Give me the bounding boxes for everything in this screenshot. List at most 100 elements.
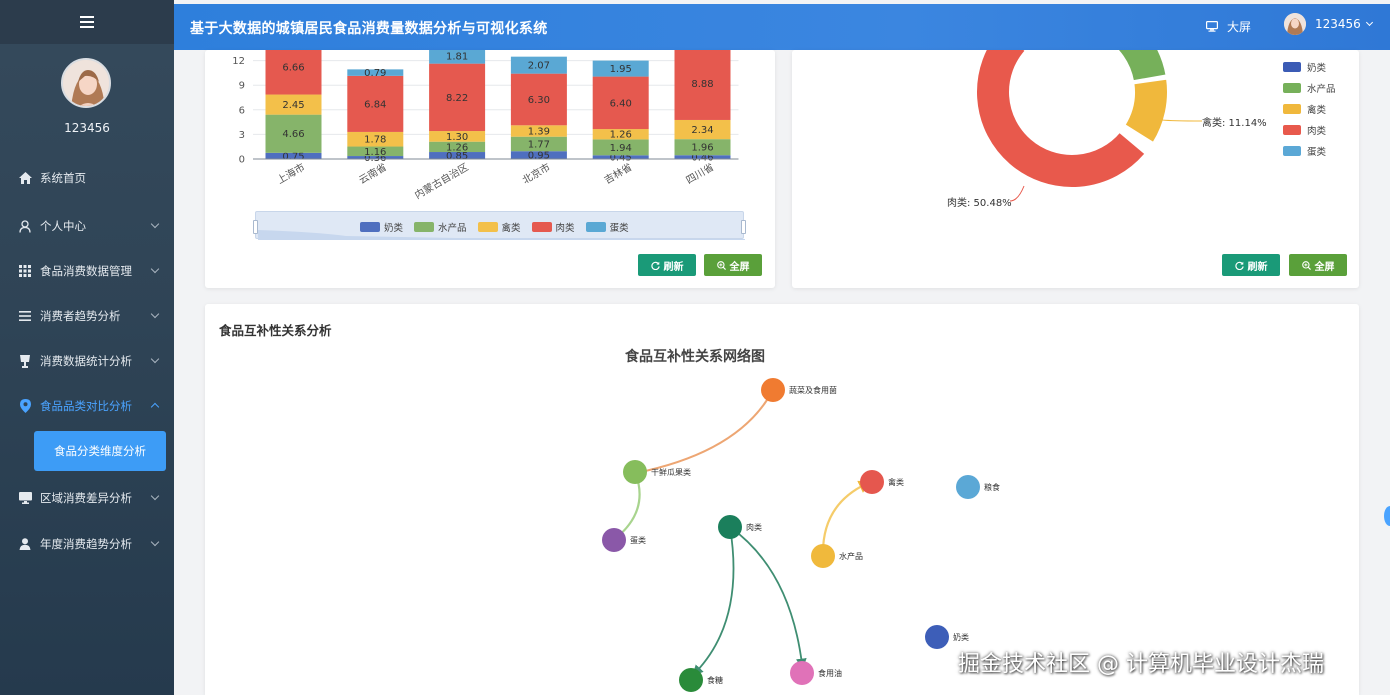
x-tick-label: 北京市 bbox=[520, 160, 552, 186]
slider-left-handle[interactable] bbox=[253, 220, 258, 234]
sidebar-item-data-management[interactable]: 食品消费数据管理 bbox=[0, 253, 174, 289]
network-node[interactable] bbox=[679, 668, 703, 692]
data-label: 2.07 bbox=[528, 61, 550, 72]
sidebar-item-personal[interactable]: 个人中心 bbox=[0, 208, 174, 244]
pie-slice-poultry[interactable] bbox=[1123, 77, 1169, 145]
legend-label: 肉类 bbox=[1307, 125, 1327, 137]
legend-item[interactable]: 水产品 bbox=[1283, 77, 1336, 98]
network-node-label: 禽类 bbox=[888, 478, 904, 487]
data-label: 1.94 bbox=[610, 143, 632, 154]
refresh-button[interactable]: 刷新 bbox=[1222, 254, 1280, 276]
network-node[interactable] bbox=[761, 378, 785, 402]
network-node[interactable] bbox=[925, 625, 949, 649]
legend-item[interactable]: 肉类 bbox=[531, 220, 575, 234]
legend-label: 奶类 bbox=[1307, 62, 1327, 74]
sidebar-item-home[interactable]: 系统首页 bbox=[0, 160, 174, 196]
sidebar-item-label: 区域消费差异分析 bbox=[40, 491, 132, 505]
sidebar-item-consumer-trend[interactable]: 消费者趋势分析 bbox=[0, 298, 174, 334]
network-node[interactable] bbox=[860, 470, 884, 494]
legend-item[interactable]: 蛋类 bbox=[1283, 140, 1336, 161]
network-node-label: 干鲜瓜果类 bbox=[651, 468, 691, 477]
refresh-icon bbox=[1234, 261, 1244, 270]
header-username: 123456 bbox=[1315, 17, 1361, 31]
y-tick-label: 12 bbox=[232, 56, 245, 67]
sidebar-item-label: 系统首页 bbox=[40, 171, 86, 185]
fullscreen-button[interactable]: 全屏 bbox=[704, 254, 762, 276]
network-node-label: 食糖 bbox=[707, 676, 723, 685]
chevron-down-icon bbox=[150, 309, 160, 319]
x-tick-label: 云南省 bbox=[356, 160, 388, 186]
user-dropdown[interactable]: 123456 bbox=[1284, 13, 1373, 35]
person-icon bbox=[18, 537, 32, 551]
legend-swatch bbox=[1283, 103, 1301, 114]
sidebar-item-annual-trend[interactable]: 年度消费趋势分析 bbox=[0, 526, 174, 562]
grid-icon bbox=[18, 264, 32, 278]
legend-swatch bbox=[1283, 145, 1301, 156]
data-label: 1.95 bbox=[610, 64, 632, 75]
legend-label: 蛋类 bbox=[1307, 146, 1327, 158]
legend-label: 肉类 bbox=[555, 223, 575, 234]
legend-item[interactable]: 禽类 bbox=[1283, 98, 1336, 119]
legend-item[interactable]: 水产品 bbox=[414, 220, 467, 234]
network-node[interactable] bbox=[623, 460, 647, 484]
scroll-handle[interactable] bbox=[1384, 506, 1390, 526]
network-node[interactable] bbox=[956, 475, 980, 499]
legend-swatch bbox=[1283, 82, 1301, 93]
data-label: 4.66 bbox=[282, 129, 304, 140]
location-icon bbox=[18, 399, 32, 413]
legend-item[interactable]: 奶类 bbox=[360, 220, 403, 234]
chevron-down-icon bbox=[150, 491, 160, 501]
y-tick-label: 6 bbox=[239, 105, 245, 116]
chevron-up-icon bbox=[150, 402, 160, 412]
sidebar-item-label: 食品品类对比分析 bbox=[40, 399, 132, 413]
fullscreen-label: 全屏 bbox=[729, 261, 750, 273]
big-screen-label: 大屏 bbox=[1227, 20, 1252, 34]
top-header: 基于大数据的城镇居民食品消费量数据分析与可视化系统 大屏 123456 bbox=[174, 4, 1390, 50]
data-label: 8.88 bbox=[691, 79, 713, 90]
network-node[interactable] bbox=[718, 515, 742, 539]
pie-chart-legend: 奶类水产品 禽类肉类蛋类 bbox=[1283, 56, 1336, 161]
page-title: 基于大数据的城镇居民食品消费量数据分析与可视化系统 bbox=[190, 21, 548, 37]
bar-chart-legend: 奶类 水产品 禽类 肉类 蛋类 bbox=[360, 220, 640, 234]
network-node[interactable] bbox=[811, 544, 835, 568]
x-tick-label: 内蒙古自治区 bbox=[412, 160, 470, 201]
legend-item[interactable]: 奶类 bbox=[1283, 56, 1336, 77]
network-node-label: 食用油 bbox=[818, 669, 842, 678]
legend-item[interactable]: 禽类 bbox=[477, 220, 521, 234]
sidebar-top bbox=[0, 0, 174, 44]
sidebar-item-label: 个人中心 bbox=[40, 219, 86, 233]
pie-chart-card: 禽类: 11.14% 肉类: 50.48% 奶类 水产品 禽类 肉类 蛋类 刷新 全屏 bbox=[792, 50, 1359, 288]
chevron-down-icon bbox=[1365, 18, 1373, 27]
legend-label: 蛋类 bbox=[609, 223, 629, 234]
data-label: 1.30 bbox=[446, 132, 468, 143]
refresh-button[interactable]: 刷新 bbox=[638, 254, 696, 276]
user-icon bbox=[18, 219, 32, 233]
submenu-item-category-dimension[interactable]: 食品分类维度分析 bbox=[34, 431, 166, 471]
big-screen-button[interactable]: 大屏 bbox=[1206, 18, 1251, 35]
data-label: 1.26 bbox=[610, 130, 632, 141]
hamburger-menu-icon[interactable] bbox=[80, 16, 94, 28]
data-label: 1.26 bbox=[446, 142, 468, 153]
fullscreen-button[interactable]: 全屏 bbox=[1289, 254, 1347, 276]
pie-slice-aquatic[interactable] bbox=[1103, 50, 1168, 83]
legend-item[interactable]: 蛋类 bbox=[585, 220, 629, 234]
legend-label: 禽类 bbox=[501, 223, 521, 234]
data-label: 1.16 bbox=[364, 147, 386, 158]
chevron-down-icon bbox=[150, 219, 160, 229]
slider-right-handle[interactable] bbox=[741, 220, 746, 234]
network-node-label: 奶类 bbox=[953, 633, 969, 642]
home-icon bbox=[18, 171, 32, 185]
network-node[interactable] bbox=[790, 661, 814, 685]
sidebar-item-category-compare[interactable]: 食品品类对比分析 bbox=[0, 388, 174, 424]
chevron-down-icon bbox=[150, 537, 160, 547]
x-tick-label: 上海市 bbox=[275, 160, 307, 186]
avatar[interactable] bbox=[61, 58, 111, 108]
network-node-label: 水产品 bbox=[839, 552, 863, 561]
legend-item[interactable]: 肉类 bbox=[1283, 119, 1336, 140]
pie-slice-meat[interactable] bbox=[975, 50, 1147, 189]
sidebar-item-regional-difference[interactable]: 区域消费差异分析 bbox=[0, 480, 174, 516]
legend-swatch bbox=[1283, 61, 1301, 72]
network-node[interactable] bbox=[602, 528, 626, 552]
pie-label-poultry: 禽类: 11.14% bbox=[1202, 118, 1267, 129]
donut-chart bbox=[975, 50, 1203, 202]
